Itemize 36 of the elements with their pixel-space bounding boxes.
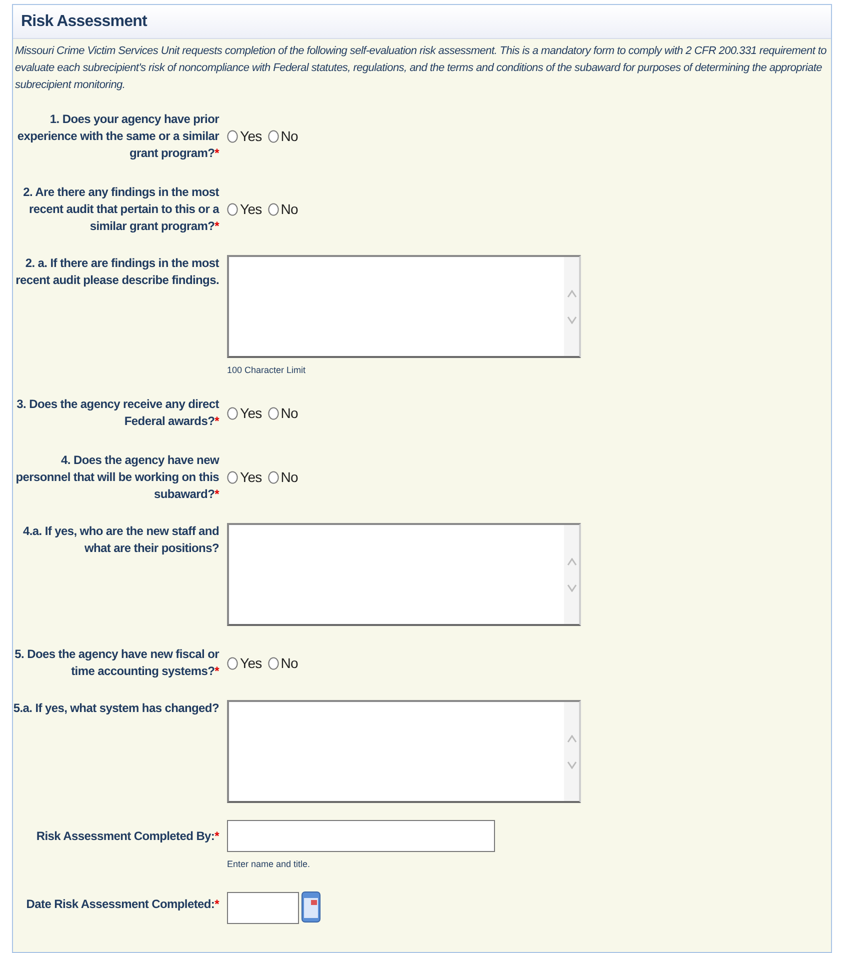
radio-option[interactable]: Yes: [227, 402, 262, 424]
radio-option[interactable]: No: [268, 652, 298, 674]
field-label: 2. Are there any findings in the most recent audit that pertain to this or a similar grant program?*: [22, 184, 219, 235]
hint-text: Enter name and title.: [227, 858, 312, 870]
field-label: 1. Does your agency have prior experience with the same or a similar grant program?*: [16, 111, 219, 162]
field-label: 4. Does the agency have new personnel that will be working on this subaward?*: [14, 452, 219, 503]
field-label: Date Risk Assessment Completed:*: [25, 896, 219, 913]
radio-option[interactable]: Yes: [227, 467, 262, 488]
date-input[interactable]: [227, 892, 299, 924]
radio-circle-icon[interactable]: [268, 130, 279, 143]
radio-option[interactable]: No: [268, 126, 298, 147]
field-label: 4.a. If yes, who are the new staff and what are their positions?: [22, 523, 219, 557]
panel-title: Risk Assessment: [21, 12, 147, 32]
radio-circle-icon[interactable]: [227, 406, 238, 420]
radio-option[interactable]: Yes: [227, 199, 262, 220]
field-label: 2. a. If there are findings in the most recent audit please describe findings.: [14, 255, 219, 289]
radio-option[interactable]: No: [268, 402, 298, 424]
text-input[interactable]: [227, 820, 495, 852]
radio-circle-icon[interactable]: [227, 203, 238, 216]
description-text: Missouri Crime Victim Services Unit requests completion of the following self-evaluation risk assessment. This is a mandatory form to comply with 2 CFR 200.331 requirement to evaluate each subrecipient's risk of noncompliance with Federal statutes, regulations, and the terms and conditions of the subaward for purposes of determining the appropriate subrecipient monitoring.: [14, 44, 828, 93]
field-label: Risk Assessment Completed By:*: [35, 828, 219, 845]
radio-option[interactable]: No: [268, 199, 298, 220]
radio-option[interactable]: Yes: [227, 126, 262, 147]
radio-circle-icon[interactable]: [227, 656, 238, 670]
radio-circle-icon[interactable]: [268, 656, 279, 670]
radio-option[interactable]: Yes: [227, 652, 262, 674]
radio-circle-icon[interactable]: [227, 130, 238, 143]
radio-circle-icon[interactable]: [227, 471, 238, 484]
field-label: 3. Does the agency receive any direct Federal awards?*: [16, 396, 219, 430]
radio-circle-icon[interactable]: [268, 471, 279, 484]
radio-option[interactable]: No: [268, 467, 298, 488]
radio-circle-icon[interactable]: [268, 203, 279, 216]
hint-text: 100 Character Limit: [227, 364, 307, 376]
field-label: 5. Does the agency have new fiscal or time accounting systems?*: [14, 646, 219, 680]
field-label: 5.a. If yes, what system has changed?: [13, 700, 219, 717]
radio-circle-icon[interactable]: [268, 406, 279, 420]
